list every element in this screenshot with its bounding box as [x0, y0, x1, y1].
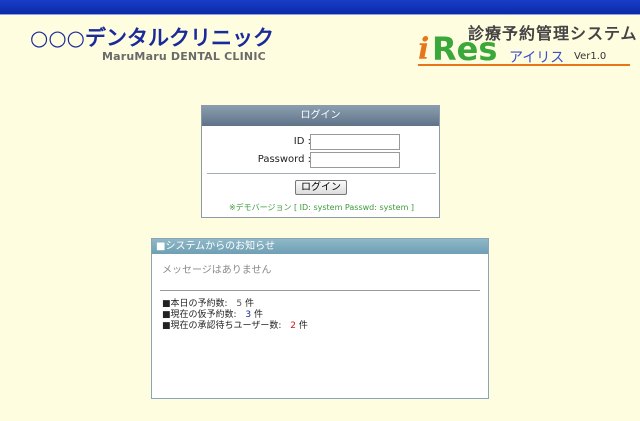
password-input[interactable] — [310, 152, 400, 168]
logo-res: Res — [432, 30, 498, 68]
ires-logo: i Res アイリス Ver1.0 — [418, 30, 630, 68]
password-row: Password : — [202, 152, 441, 170]
top-bar — [0, 0, 640, 15]
demo-note: ※デモバージョン [ ID: system Passwd: system ] — [228, 203, 415, 212]
stat-pending-users: ■現在の承認待ちユーザー数: 2 件 — [162, 318, 308, 331]
clinic-name: ○○○デンタルクリニック — [30, 26, 274, 50]
notice-message: メッセージはありません — [162, 265, 272, 276]
id-input[interactable] — [310, 134, 400, 150]
login-panel: ログイン ID : Password : ログイン ※デモバージョン [ ID:… — [201, 105, 440, 218]
notice-panel-title: ■システムからのお知らせ — [152, 239, 488, 254]
id-row: ID : — [202, 134, 441, 152]
login-divider — [207, 173, 436, 174]
password-label: Password : — [257, 154, 311, 165]
stat-value: 2 — [290, 321, 296, 331]
login-button[interactable]: ログイン — [295, 180, 347, 195]
logo-underline — [418, 64, 630, 66]
login-panel-title: ログイン — [202, 106, 439, 126]
notice-panel: ■システムからのお知らせ メッセージはありません ■本日の予約数: 5 件 ■現… — [151, 238, 489, 399]
logo-i: i — [418, 32, 430, 67]
id-label: ID : — [293, 136, 311, 147]
clinic-subtitle: MaruMaru DENTAL CLINIC — [102, 50, 266, 63]
notice-divider — [160, 290, 480, 291]
logo-version: Ver1.0 — [574, 51, 607, 62]
stat-unit: 件 — [298, 321, 308, 331]
stat-label: ■現在の承認待ちユーザー数: — [162, 321, 282, 331]
